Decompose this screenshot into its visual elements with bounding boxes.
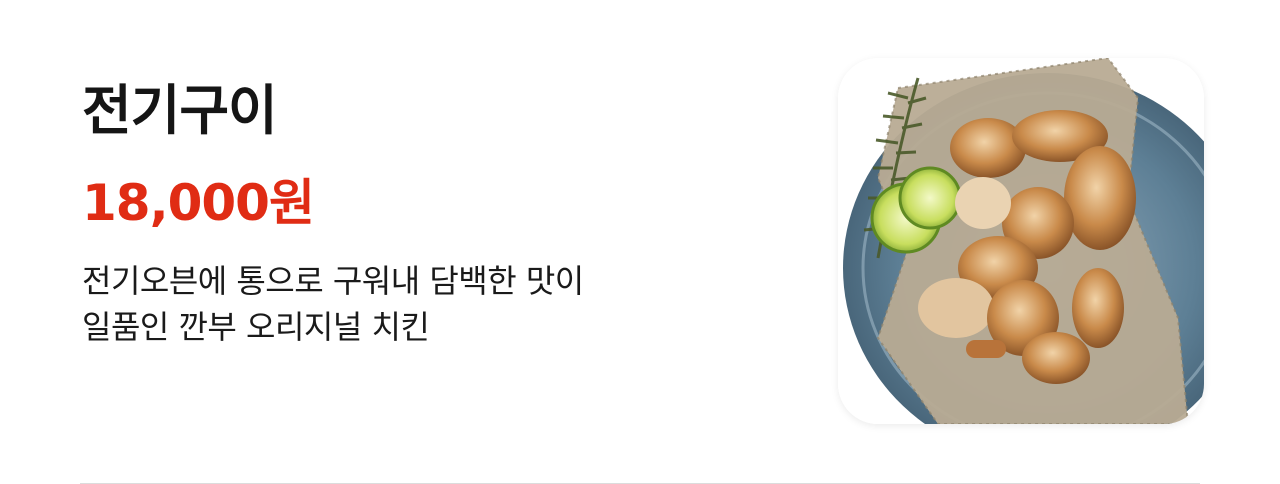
roast-chicken-photo (838, 58, 1204, 424)
description-line: 전기오븐에 통으로 구워내 담백한 맛이 (82, 262, 584, 300)
menu-item-price: 18,000원 (82, 174, 315, 232)
menu-item-title: 전기구이 (82, 79, 278, 142)
menu-item-description: 전기오븐에 통으로 구워내 담백한 맛이 일품인 깐부 오리지널 치킨 (82, 258, 782, 350)
menu-item-card[interactable]: 전기구이 18,000원 전기오븐에 통으로 구워내 담백한 맛이 일품인 깐부… (0, 0, 1280, 484)
description-line: 일품인 깐부 오리지널 치킨 (82, 308, 430, 346)
menu-item-image[interactable] (838, 58, 1204, 424)
